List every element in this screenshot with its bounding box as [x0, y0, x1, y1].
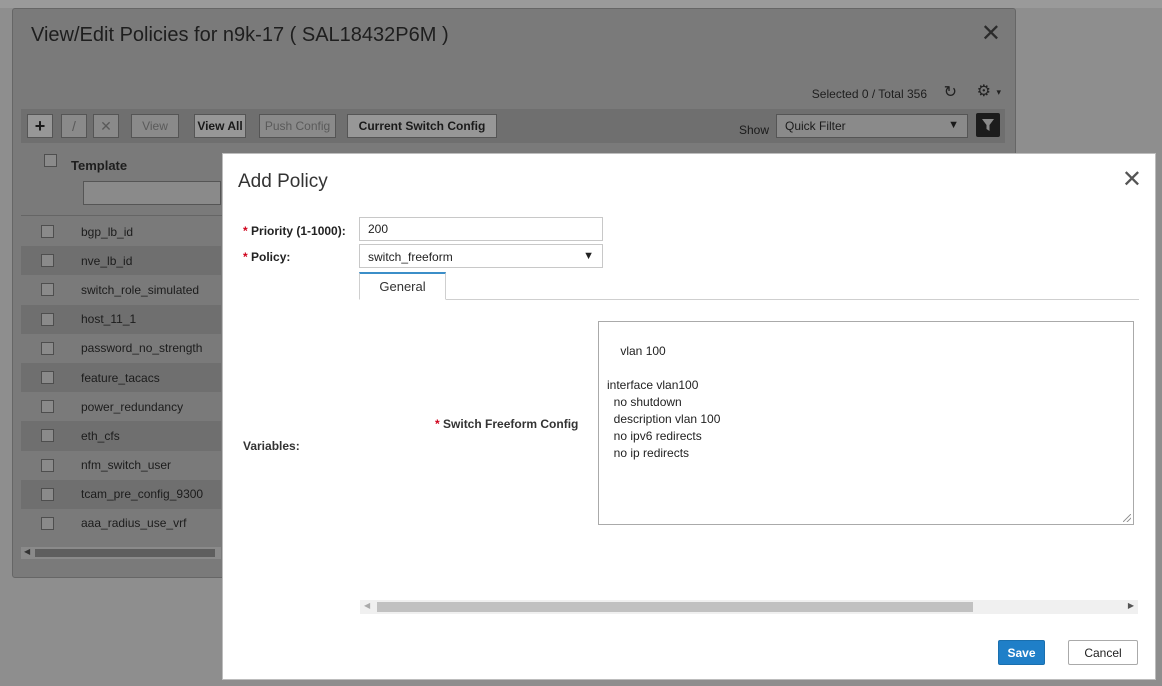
row-template-name: power_redundancy: [81, 399, 184, 414]
delete-icon: ✕: [100, 117, 112, 134]
row-template-name: bgp_lb_id: [81, 224, 134, 239]
row-checkbox[interactable]: [41, 225, 54, 239]
view-all-button[interactable]: View All: [194, 114, 246, 138]
switch-freeform-label-text: Switch Freeform Config: [443, 417, 579, 431]
row-checkbox[interactable]: [41, 283, 54, 297]
row-checkbox[interactable]: [41, 341, 54, 355]
table-row[interactable]: eth_cfs: [21, 421, 221, 451]
row-template-name: eth_cfs: [81, 428, 120, 443]
modal-title: Add Policy: [238, 171, 328, 192]
policy-selected-value: switch_freeform: [368, 250, 453, 264]
close-icon[interactable]: ✕: [981, 19, 1001, 48]
toolbar: + / ✕ View View All Push Config Current …: [21, 109, 1005, 143]
row-template-name: tcam_pre_config_9300: [81, 487, 204, 502]
policy-select[interactable]: switch_freeform ▼: [359, 244, 603, 268]
config-text: vlan 100 interface vlan100 no shutdown d…: [607, 344, 721, 460]
row-checkbox[interactable]: [41, 312, 54, 326]
policy-list: bgp_lb_id nve_lb_id switch_role_simulate…: [21, 217, 221, 539]
variables-label: Variables:: [243, 439, 300, 453]
row-checkbox[interactable]: [41, 254, 54, 268]
row-template-name: switch_role_simulated: [81, 282, 200, 297]
close-icon[interactable]: ✕: [1122, 165, 1142, 194]
row-template-name: password_no_strength: [81, 341, 203, 356]
pencil-icon: /: [72, 118, 76, 134]
select-all-checkbox[interactable]: [44, 154, 57, 167]
delete-button[interactable]: ✕: [93, 114, 119, 138]
template-filter-input[interactable]: [83, 181, 221, 205]
row-checkbox[interactable]: [41, 371, 54, 385]
tab-general[interactable]: General: [359, 272, 446, 300]
scroll-left-icon[interactable]: ◀: [364, 601, 370, 610]
row-checkbox[interactable]: [41, 429, 54, 443]
row-template-name: nve_lb_id: [81, 253, 133, 268]
filter-value: Quick Filter: [785, 119, 846, 133]
grid-horizontal-scrollbar[interactable]: ◀: [21, 547, 221, 559]
view-button[interactable]: View: [131, 114, 179, 138]
required-marker: *: [435, 417, 440, 431]
edit-button[interactable]: /: [61, 114, 87, 138]
row-template-name: host_11_1: [81, 312, 137, 327]
chevron-down-icon: ▼: [948, 119, 959, 131]
chevron-down-icon: ▼: [583, 250, 594, 262]
switch-freeform-config-textarea[interactable]: vlan 100 interface vlan100 no shutdown d…: [598, 321, 1134, 525]
table-row[interactable]: bgp_lb_id: [21, 217, 221, 247]
push-config-button[interactable]: Push Config: [259, 114, 336, 138]
table-row[interactable]: aaa_radius_use_vrf: [21, 508, 221, 539]
scrollbar-thumb[interactable]: [377, 602, 973, 612]
row-template-name: nfm_switch_user: [81, 458, 172, 473]
refresh-icon[interactable]: ↻: [944, 82, 957, 102]
table-row[interactable]: nfm_switch_user: [21, 450, 221, 480]
priority-label-text: Priority (1-1000):: [251, 224, 346, 238]
row-checkbox[interactable]: [41, 487, 54, 501]
column-header-template[interactable]: Template: [71, 158, 127, 173]
current-switch-config-button[interactable]: Current Switch Config: [347, 114, 497, 138]
show-label: Show: [739, 123, 770, 137]
scrollbar-thumb[interactable]: [35, 549, 215, 557]
required-marker: *: [243, 224, 248, 238]
gear-icon[interactable]: ⚙: [977, 81, 991, 101]
scroll-right-icon[interactable]: ▶: [1128, 601, 1134, 610]
priority-field-label: * Priority (1-1000):: [243, 224, 346, 238]
required-marker: *: [243, 250, 248, 264]
dialog-title: View/Edit Policies for n9k-17 ( SAL18432…: [31, 24, 449, 46]
add-policy-dialog: Add Policy ✕ * Priority (1-1000): * Poli…: [222, 153, 1156, 680]
add-button[interactable]: +: [27, 114, 53, 138]
row-checkbox[interactable]: [41, 400, 54, 414]
row-template-name: feature_tacacs: [81, 370, 160, 385]
table-row[interactable]: nve_lb_id: [21, 246, 221, 276]
table-row[interactable]: feature_tacacs: [21, 362, 221, 393]
cancel-button[interactable]: Cancel: [1068, 640, 1138, 665]
funnel-icon: [982, 119, 994, 131]
quick-filter-select[interactable]: Quick Filter ▼: [776, 114, 968, 138]
modal-horizontal-scrollbar[interactable]: ◀ ▶: [360, 600, 1138, 614]
row-checkbox[interactable]: [41, 516, 54, 530]
background-header: [0, 0, 1162, 8]
tab-bar-divider: [359, 299, 1139, 300]
policy-label-text: Policy:: [251, 250, 291, 264]
policy-field-label: * Policy:: [243, 250, 290, 264]
save-button[interactable]: Save: [998, 640, 1045, 665]
selection-count: Selected 0 / Total 356: [811, 87, 927, 101]
row-template-name: aaa_radius_use_vrf: [81, 516, 187, 531]
table-row[interactable]: power_redundancy: [21, 392, 221, 422]
table-row[interactable]: tcam_pre_config_9300: [21, 479, 221, 509]
switch-freeform-config-label: * Switch Freeform Config: [435, 417, 578, 431]
table-row[interactable]: switch_role_simulated: [21, 275, 221, 305]
scroll-left-icon[interactable]: ◀: [24, 547, 30, 556]
table-row[interactable]: password_no_strength: [21, 333, 221, 363]
row-checkbox[interactable]: [41, 458, 54, 472]
priority-input[interactable]: [359, 217, 603, 241]
filter-button[interactable]: [976, 113, 1000, 137]
table-row[interactable]: host_11_1: [21, 304, 221, 334]
chevron-down-icon[interactable]: ▾: [996, 87, 1001, 98]
resize-handle[interactable]: [1123, 514, 1131, 522]
